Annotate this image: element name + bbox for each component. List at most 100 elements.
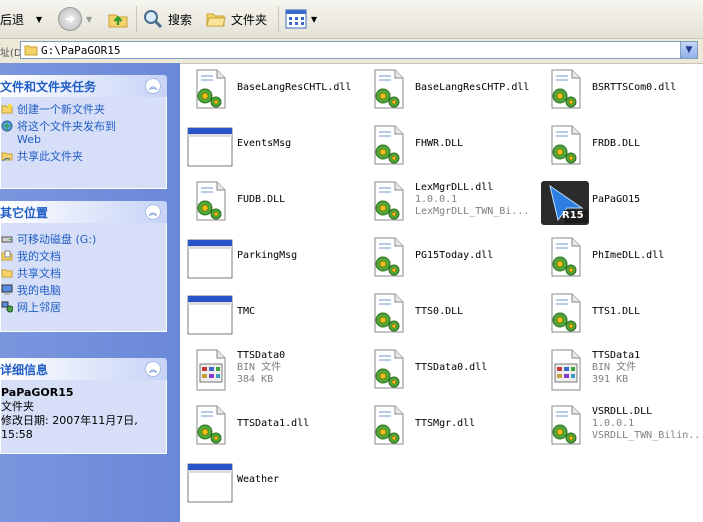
dll-icon — [363, 180, 413, 226]
file-name: Weather — [237, 474, 280, 485]
file-item[interactable]: TTSData1 BIN 文件 391 KB — [540, 344, 703, 398]
file-item[interactable]: FHWR.DLL — [363, 120, 539, 174]
file-item[interactable]: Weather — [185, 456, 361, 510]
other-places-panel: 其它位置 ︽ 可移动磁盘 (G:) 我的文档 共享文档 我的电脑 网上邻居 — [0, 201, 167, 332]
dll-icon — [185, 68, 235, 114]
file-type: 1.0.0.1 — [415, 194, 458, 205]
forward-arrow-icon — [58, 7, 82, 31]
file-text: BaseLangResCHTL.dll — [237, 82, 351, 94]
shared-documents-icon — [1, 269, 13, 278]
my-documents-icon — [1, 250, 13, 261]
address-path: G:\PaPaGOR15 — [41, 43, 121, 57]
address-dropdown-icon[interactable]: ▼ — [680, 42, 697, 58]
forward-button[interactable]: ▼ — [58, 6, 92, 32]
dll-icon — [363, 236, 413, 282]
place-network[interactable]: 网上邻居 — [1, 299, 166, 316]
file-text: EventsMsg — [237, 138, 291, 150]
file-detail: 391 KB — [592, 374, 629, 385]
folders-label: 文件夹 — [231, 12, 268, 27]
collapse-chevron-icon[interactable]: ︽ — [145, 204, 161, 220]
dll-icon — [540, 292, 590, 338]
file-item[interactable]: VSRDLL.DLL 1.0.0.1 VSRDLL_TWN_Bilin... — [540, 400, 703, 454]
file-text: FRDB.DLL — [592, 138, 640, 150]
panel-header[interactable]: 文件和文件夹任务 ︽ — [0, 75, 167, 97]
folders-button[interactable]: 文件夹 — [205, 6, 267, 32]
views-button[interactable]: ▼ — [285, 6, 317, 32]
place-shared-documents[interactable]: 共享文档 — [1, 265, 166, 282]
file-text: TTS0.DLL — [415, 306, 463, 318]
file-name: FUDB.DLL — [237, 194, 286, 205]
file-name: PG15Today.dll — [415, 250, 494, 261]
file-name: PaPaGO15 — [592, 194, 641, 205]
file-text: PaPaGO15 — [592, 194, 640, 206]
file-name: TTS0.DLL — [415, 306, 464, 317]
file-item[interactable]: TTSData1.dll — [185, 400, 361, 454]
removable-disk-icon — [1, 236, 13, 243]
folder-icon — [24, 45, 38, 56]
file-name: FHWR.DLL — [415, 138, 464, 149]
share-folder-icon — [1, 152, 13, 162]
file-item[interactable]: FUDB.DLL — [185, 176, 361, 230]
file-item[interactable]: PG15Today.dll — [363, 232, 539, 286]
panel-header[interactable]: 详细信息 ︽ — [0, 358, 167, 380]
file-type: BIN 文件 — [592, 362, 637, 373]
up-folder-button[interactable] — [106, 6, 130, 32]
file-text: BSRTTSCom0.dll — [592, 82, 676, 94]
file-item[interactable]: ParkingMsg — [185, 232, 361, 286]
file-text: TTS1.DLL — [592, 306, 640, 318]
file-item[interactable]: TTS1.DLL — [540, 288, 703, 342]
file-item[interactable]: PaPaGO15 R15 — [540, 176, 703, 230]
file-text: TTSMgr.dll — [415, 418, 475, 430]
file-item[interactable]: LexMgrDLL.dll 1.0.0.1 LexMgrDLL_TWN_Bi... — [363, 176, 539, 230]
file-name: TTSData1 — [592, 350, 641, 361]
window-icon — [185, 236, 235, 282]
file-type: 1.0.0.1 — [592, 418, 635, 429]
file-text: PG15Today.dll — [415, 250, 493, 262]
task-publish-web-label-2: Web — [17, 133, 41, 146]
search-button[interactable]: 搜索 — [142, 6, 192, 32]
task-new-folder[interactable]: 创建一个新文件夹 — [1, 101, 166, 118]
file-item[interactable]: PhImeDLL.dll — [540, 232, 703, 286]
place-my-computer-label: 我的电脑 — [17, 284, 61, 297]
file-name: TMC — [237, 306, 256, 317]
folders-icon — [206, 13, 226, 27]
file-name: TTSData1.dll — [237, 418, 310, 429]
views-dropdown-icon: ▼ — [311, 14, 318, 24]
dll-icon — [540, 236, 590, 282]
file-item[interactable]: TTSMgr.dll — [363, 400, 539, 454]
place-removable-disk[interactable]: 可移动磁盘 (G:) — [1, 227, 166, 248]
file-text: TTSData0 BIN 文件 384 KB — [237, 350, 285, 386]
address-input[interactable]: G:\PaPaGOR15 ▼ — [20, 41, 698, 59]
up-folder-icon — [108, 14, 128, 28]
place-my-computer[interactable]: 我的电脑 — [1, 282, 166, 299]
file-item[interactable]: TTS0.DLL — [363, 288, 539, 342]
back-dropdown-icon[interactable]: ▼ — [36, 15, 42, 24]
task-new-folder-label: 创建一个新文件夹 — [17, 103, 105, 116]
file-item[interactable]: TTSData0.dll — [363, 344, 539, 398]
place-my-documents[interactable]: 我的文档 — [1, 248, 166, 265]
file-item[interactable]: FRDB.DLL — [540, 120, 703, 174]
details-panel: 详细信息 ︽ PaPaGOR15 文件夹 修改日期: 2007年11月7日, 1… — [0, 358, 167, 454]
dll-icon — [540, 404, 590, 450]
file-item[interactable]: TMC — [185, 288, 361, 342]
file-item[interactable]: BaseLangResCHTL.dll — [185, 64, 361, 118]
file-name: TTSMgr.dll — [415, 418, 476, 429]
collapse-chevron-icon[interactable]: ︽ — [145, 361, 161, 377]
back-button[interactable]: 后退 ▼ — [0, 6, 42, 32]
panel-header[interactable]: 其它位置 ︽ — [0, 201, 167, 223]
file-folder-tasks-panel: 文件和文件夹任务 ︽ 创建一个新文件夹 将这个文件夹发布到 Web 共享此文件夹 — [0, 75, 167, 189]
file-item[interactable]: TTSData0 BIN 文件 384 KB — [185, 344, 361, 398]
task-share-folder[interactable]: 共享此文件夹 — [1, 148, 166, 165]
toolbar: 后退 ▼ ▼ 搜索 文件夹 ▼ — [0, 0, 703, 39]
back-label: 后退 — [0, 12, 25, 27]
task-publish-web[interactable]: 将这个文件夹发布到 Web — [1, 118, 166, 148]
forward-dropdown-icon[interactable]: ▼ — [86, 15, 92, 24]
file-name: LexMgrDLL.dll — [415, 182, 494, 193]
new-folder-icon — [1, 104, 13, 114]
file-item[interactable]: BaseLangResCHTP.dll — [363, 64, 539, 118]
collapse-chevron-icon[interactable]: ︽ — [145, 78, 161, 94]
dll-icon — [185, 180, 235, 226]
file-item[interactable]: EventsMsg — [185, 120, 361, 174]
file-item[interactable]: BSRTTSCom0.dll — [540, 64, 703, 118]
toolbar-divider — [278, 6, 279, 32]
